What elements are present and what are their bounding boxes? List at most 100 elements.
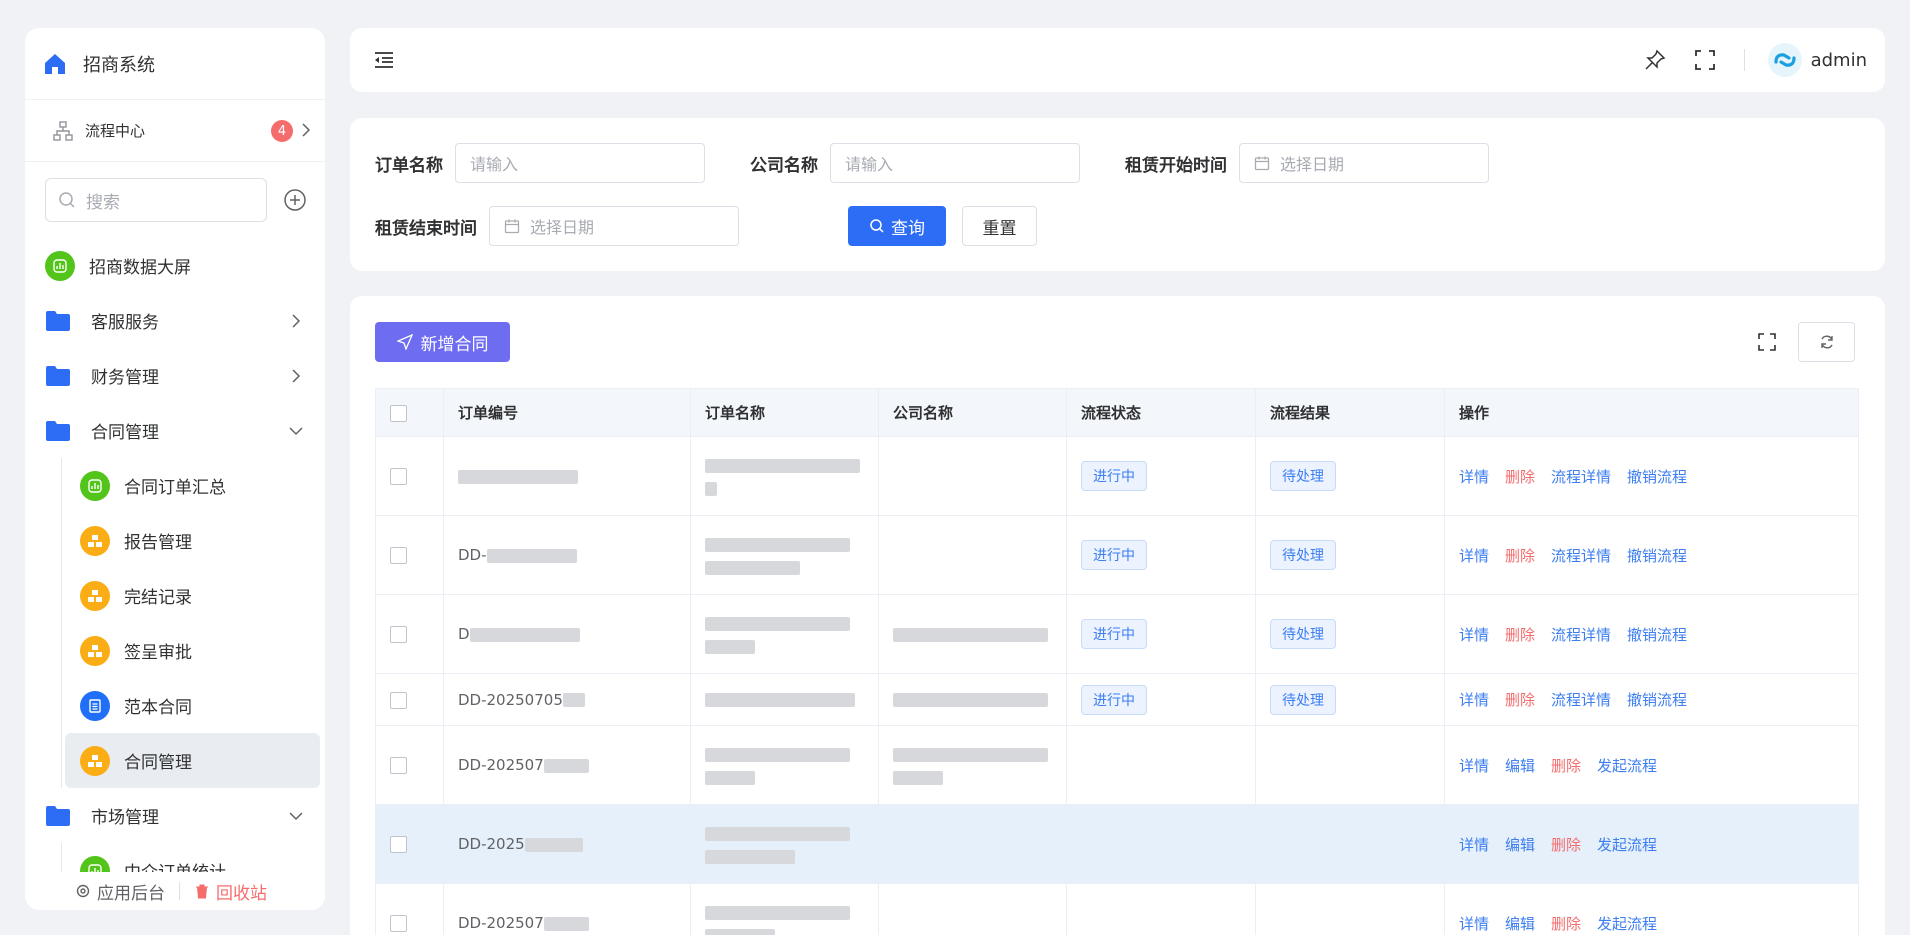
revoke-flow-link[interactable]: 撤销流程 xyxy=(1627,626,1687,644)
menu-fold-icon[interactable] xyxy=(372,48,396,72)
redacted-text xyxy=(705,616,850,631)
actions-cell: 详情 删除 流程详情 撤销流程 xyxy=(1444,594,1859,674)
column-header[interactable]: 流程结果 xyxy=(1255,388,1445,437)
start-flow-link[interactable]: 发起流程 xyxy=(1597,757,1657,775)
add-contract-button[interactable]: 新增合同 xyxy=(375,322,510,362)
redacted-text xyxy=(705,693,855,707)
flow-detail-link[interactable]: 流程详情 xyxy=(1551,626,1611,644)
header-select-all[interactable] xyxy=(375,388,444,437)
sidebar-search-input[interactable]: 搜索 xyxy=(45,178,267,222)
menu-item-reports[interactable]: 报告管理 xyxy=(25,513,325,568)
avatar[interactable] xyxy=(1767,42,1803,78)
delete-link[interactable]: 删除 xyxy=(1551,836,1581,854)
flow-center[interactable]: 流程中心 4 xyxy=(25,100,325,162)
lease-start-datepicker[interactable]: 选择日期 xyxy=(1239,143,1489,183)
flow-detail-link[interactable]: 流程详情 xyxy=(1551,547,1611,565)
revoke-flow-link[interactable]: 撤销流程 xyxy=(1627,468,1687,486)
menu-item-market-management[interactable]: 市场管理 xyxy=(25,788,325,843)
start-flow-link[interactable]: 发起流程 xyxy=(1597,836,1657,854)
lease-end-datepicker[interactable]: 选择日期 xyxy=(489,206,739,246)
row-checkbox[interactable] xyxy=(390,757,407,774)
menu-item-approval[interactable]: 签呈审批 xyxy=(25,623,325,678)
menu-item-customer-service[interactable]: 客服服务 xyxy=(25,293,325,348)
flow-detail-link[interactable]: 流程详情 xyxy=(1551,691,1611,709)
row-checkbox[interactable] xyxy=(390,836,407,853)
lease-end-placeholder: 选择日期 xyxy=(530,218,595,237)
menu-item-finance[interactable]: 财务管理 xyxy=(25,348,325,403)
footer-divider xyxy=(179,882,180,900)
column-header[interactable]: 公司名称 xyxy=(878,388,1067,437)
start-flow-link[interactable]: 发起流程 xyxy=(1597,915,1657,933)
order-no-cell: D xyxy=(443,594,691,674)
menu-item-label: 合同管理 xyxy=(124,753,192,773)
detail-link[interactable]: 详情 xyxy=(1459,836,1489,854)
menu-item-contract-management[interactable]: 合同管理 xyxy=(25,403,325,458)
company-name-cell xyxy=(878,673,1067,726)
recycle-bin-link[interactable]: 回收站 xyxy=(194,879,267,904)
detail-link[interactable]: 详情 xyxy=(1459,757,1489,775)
refresh-button[interactable] xyxy=(1798,322,1855,362)
menu-item-completion-records[interactable]: 完结记录 xyxy=(25,568,325,623)
delete-link[interactable]: 删除 xyxy=(1551,757,1581,775)
fullscreen-icon[interactable] xyxy=(1757,332,1777,352)
add-contract-label: 新增合同 xyxy=(420,334,489,355)
detail-link[interactable]: 详情 xyxy=(1459,468,1489,486)
delete-link[interactable]: 删除 xyxy=(1505,468,1535,486)
select-all-checkbox[interactable] xyxy=(390,404,407,422)
row-checkbox[interactable] xyxy=(390,468,407,485)
query-button[interactable]: 查询 xyxy=(848,206,946,246)
edit-link[interactable]: 编辑 xyxy=(1505,757,1535,775)
add-circle-icon[interactable] xyxy=(283,188,307,212)
fullscreen-icon[interactable] xyxy=(1694,49,1716,71)
table-row[interactable]: D 进行中 待处理 详情 删除 流程详情 撤销流程 xyxy=(375,594,1859,674)
column-header[interactable]: 订单名称 xyxy=(690,388,879,437)
pin-icon[interactable] xyxy=(1644,49,1666,71)
order-no-cell: DD-202507 xyxy=(443,725,691,805)
delete-link[interactable]: 删除 xyxy=(1505,691,1535,709)
boxes-icon xyxy=(80,745,110,776)
delete-link[interactable]: 删除 xyxy=(1551,915,1581,933)
detail-link[interactable]: 详情 xyxy=(1459,547,1489,565)
contract-table: 订单编号 订单名称 公司名称 流程状态 流程结果 操作 进行中 待处理 详情 删除… xyxy=(375,388,1859,935)
menu-item-template-contracts[interactable]: 范本合同 xyxy=(25,678,325,733)
table-row[interactable]: 进行中 待处理 详情 删除 流程详情 撤销流程 xyxy=(375,436,1859,516)
menu-item-data-screen[interactable]: 招商数据大屏 xyxy=(25,238,325,293)
table-row[interactable]: DD-202507 详情 编辑 删除 发起流程 xyxy=(375,725,1859,805)
delete-link[interactable]: 删除 xyxy=(1505,626,1535,644)
table-row[interactable]: DD-20250705 进行中 待处理 详情 删除 流程详情 撤销流程 xyxy=(375,673,1859,726)
table-row[interactable]: DD- 进行中 待处理 详情 删除 流程详情 撤销流程 xyxy=(375,515,1859,595)
column-header[interactable]: 流程状态 xyxy=(1066,388,1256,437)
row-checkbox[interactable] xyxy=(390,691,407,709)
sidebar-search-row: 搜索 xyxy=(25,162,325,238)
revoke-flow-link[interactable]: 撤销流程 xyxy=(1627,691,1687,709)
redacted-text xyxy=(705,771,755,785)
detail-link[interactable]: 详情 xyxy=(1459,915,1489,933)
edit-link[interactable]: 编辑 xyxy=(1505,836,1535,854)
order-name-input[interactable]: 请输入 xyxy=(455,143,705,183)
edit-link[interactable]: 编辑 xyxy=(1505,915,1535,933)
column-header[interactable]: 订单编号 xyxy=(443,388,691,437)
app-backend-link[interactable]: 应用后台 xyxy=(75,879,165,904)
menu-item-contract-management-active[interactable]: 合同管理 xyxy=(65,733,320,788)
brand[interactable]: 招商系统 xyxy=(25,28,325,100)
reset-button[interactable]: 重置 xyxy=(962,206,1037,246)
column-header[interactable]: 操作 xyxy=(1444,388,1859,437)
revoke-flow-link[interactable]: 撤销流程 xyxy=(1627,547,1687,565)
redacted-text xyxy=(458,469,578,484)
username[interactable]: admin xyxy=(1811,50,1867,71)
order-name-label: 订单名称 xyxy=(375,155,443,176)
table-row[interactable]: DD-202507 详情 编辑 删除 发起流程 xyxy=(375,883,1859,935)
delete-link[interactable]: 删除 xyxy=(1505,547,1535,565)
table-row-hovered[interactable]: DD-2025 详情 编辑 删除 发起流程 xyxy=(375,804,1859,884)
flow-detail-link[interactable]: 流程详情 xyxy=(1551,468,1611,486)
row-checkbox[interactable] xyxy=(390,626,407,643)
result-cell: 待处理 xyxy=(1255,673,1445,726)
menu-item-contract-orders[interactable]: 合同订单汇总 xyxy=(25,458,325,513)
company-name-input[interactable]: 请输入 xyxy=(830,143,1080,183)
brand-title: 招商系统 xyxy=(83,54,155,76)
row-checkbox[interactable] xyxy=(390,547,407,564)
flow-center-label: 流程中心 xyxy=(85,122,146,140)
detail-link[interactable]: 详情 xyxy=(1459,626,1489,644)
detail-link[interactable]: 详情 xyxy=(1459,691,1489,709)
row-checkbox[interactable] xyxy=(390,915,407,932)
